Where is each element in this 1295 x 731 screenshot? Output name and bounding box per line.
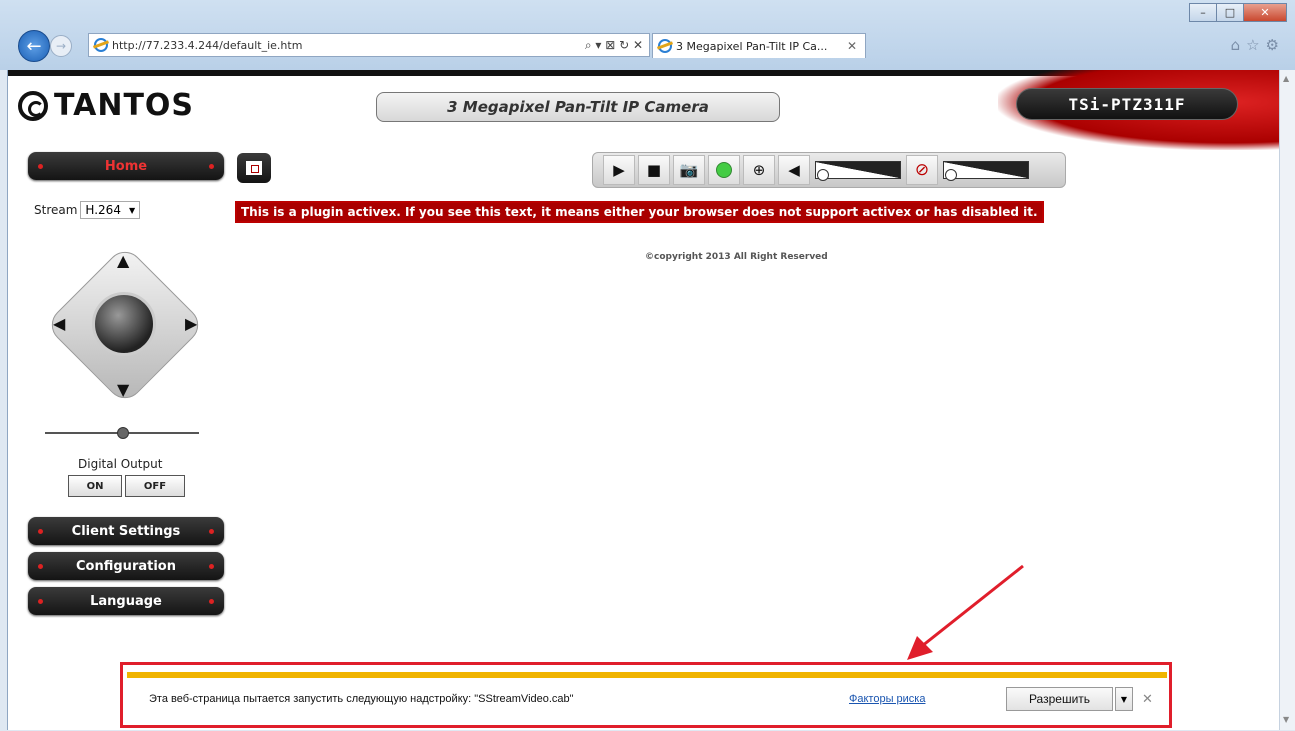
maximize-button[interactable]: □ — [1216, 3, 1244, 22]
copyright-text: ©copyright 2013 All Right Reserved — [645, 252, 828, 262]
window-controls: – □ ✕ — [1189, 3, 1287, 22]
home-button[interactable]: Home — [28, 152, 224, 180]
tantos-logo: TANTOS — [18, 88, 194, 123]
forward-button[interactable]: → — [50, 35, 72, 57]
arrow-up-icon[interactable]: ▲ — [117, 251, 129, 270]
dot-icon — [209, 529, 214, 534]
green-dot-icon — [716, 162, 732, 178]
ptz-control-pad[interactable]: ▲ ▼ ◀ ▶ — [44, 244, 206, 406]
language-label: Language — [90, 593, 162, 609]
speaker-volume-slider[interactable] — [813, 155, 903, 185]
logo-text: TANTOS — [54, 88, 195, 123]
language-button[interactable]: Language — [28, 587, 224, 615]
risk-factors-link[interactable]: Факторы риска — [849, 693, 925, 705]
tab-title: 3 Megapixel Pan-Tilt IP Ca... — [676, 39, 828, 53]
stream-selector-row: Stream H.264 ▼ — [34, 201, 141, 219]
microphone-button[interactable]: ⊘ — [906, 155, 938, 185]
scroll-down-icon[interactable]: ▼ — [1283, 715, 1289, 724]
minimize-button[interactable]: – — [1189, 3, 1217, 22]
home-label: Home — [104, 158, 148, 174]
microphone-volume-slider[interactable] — [941, 155, 1031, 185]
record-status-button[interactable] — [708, 155, 740, 185]
slider-knob[interactable] — [117, 427, 129, 439]
digital-output-on-button[interactable]: ON — [68, 475, 122, 497]
chevron-down-icon: ▼ — [128, 205, 136, 215]
allow-button[interactable]: Разрешить — [1006, 687, 1113, 711]
model-badge: TSi-PTZ311F — [1016, 88, 1238, 120]
scroll-up-icon[interactable]: ▲ — [1283, 74, 1289, 83]
ptz-center-ball[interactable] — [92, 292, 156, 356]
play-button[interactable]: ▶ — [603, 155, 635, 185]
speaker-button[interactable]: ◀ — [778, 155, 810, 185]
ie-icon — [94, 38, 108, 52]
model-badge-area: TSi-PTZ311F — [998, 70, 1280, 150]
model-name: TSi-PTZ311F — [1068, 94, 1186, 114]
snapshot-button[interactable]: 📷 — [673, 155, 705, 185]
mic-muted-icon: ⊘ — [914, 160, 930, 180]
browser-chrome: – □ ✕ ← → http://77.233.4.244/default_ie… — [0, 0, 1295, 70]
arrow-right-icon[interactable]: ▶ — [185, 314, 197, 333]
page-title-bar: 3 Megapixel Pan-Tilt IP Camera — [376, 92, 780, 122]
digital-output-label: Digital Output — [78, 457, 163, 471]
addon-notification-bar: Эта веб-страница пытается запустить след… — [127, 672, 1167, 724]
back-button[interactable]: ← — [18, 30, 50, 62]
arrow-left-icon[interactable]: ◀ — [53, 314, 65, 333]
dot-icon — [38, 599, 43, 604]
configuration-label: Configuration — [76, 558, 176, 574]
address-tools[interactable]: ⌕ ▾ ⊠ ↻ ✕ — [585, 38, 643, 53]
close-window-button[interactable]: ✕ — [1243, 3, 1287, 22]
fullscreen-icon — [246, 161, 262, 175]
digital-zoom-button[interactable]: ⊕ — [743, 155, 775, 185]
client-settings-button[interactable]: Client Settings — [28, 517, 224, 545]
configuration-button[interactable]: Configuration — [28, 552, 224, 580]
allow-dropdown-button[interactable]: ▼ — [1115, 687, 1133, 711]
activex-warning: This is a plugin activex. If you see thi… — [235, 201, 1044, 223]
toolbar-icons[interactable]: ⌂☆⚙ — [1231, 36, 1285, 54]
stop-button[interactable]: ■ — [638, 155, 670, 185]
tab-close-icon[interactable]: ✕ — [847, 39, 857, 53]
dot-icon — [38, 564, 43, 569]
browser-tab[interactable]: 3 Megapixel Pan-Tilt IP Ca... ✕ — [652, 33, 866, 58]
dot-icon — [209, 564, 214, 569]
dot-icon — [38, 529, 43, 534]
ptz-speed-slider[interactable] — [45, 427, 199, 439]
vertical-scrollbar[interactable]: ▲ ▼ — [1279, 70, 1295, 730]
volume-knob[interactable] — [817, 169, 829, 181]
address-bar[interactable]: http://77.233.4.244/default_ie.htm ⌕ ▾ ⊠… — [88, 33, 650, 57]
annotation-arrow — [907, 564, 1024, 660]
stream-value: H.264 — [85, 203, 121, 217]
ie-tab-icon — [658, 39, 672, 53]
url-text: http://77.233.4.244/default_ie.htm — [112, 38, 303, 52]
stream-select[interactable]: H.264 ▼ — [80, 201, 141, 219]
close-notification-icon[interactable]: ✕ — [1142, 692, 1153, 707]
video-toolbar: ▶ ■ 📷 ⊕ ◀ ⊘ — [592, 152, 1066, 188]
fullscreen-button[interactable] — [237, 153, 271, 183]
digital-output-off-button[interactable]: OFF — [125, 475, 185, 497]
mic-knob[interactable] — [945, 169, 957, 181]
client-settings-label: Client Settings — [71, 523, 181, 539]
dot-icon — [38, 164, 43, 169]
dot-icon — [209, 164, 214, 169]
notification-message: Эта веб-страница пытается запустить след… — [149, 693, 574, 705]
logo-ring-icon — [18, 90, 48, 121]
page-title: 3 Megapixel Pan-Tilt IP Camera — [447, 98, 709, 116]
stream-label: Stream — [34, 203, 78, 217]
dot-icon — [209, 599, 214, 604]
page-viewport: TANTOS 3 Megapixel Pan-Tilt IP Camera TS… — [7, 70, 1280, 730]
arrow-down-icon[interactable]: ▼ — [117, 380, 129, 399]
